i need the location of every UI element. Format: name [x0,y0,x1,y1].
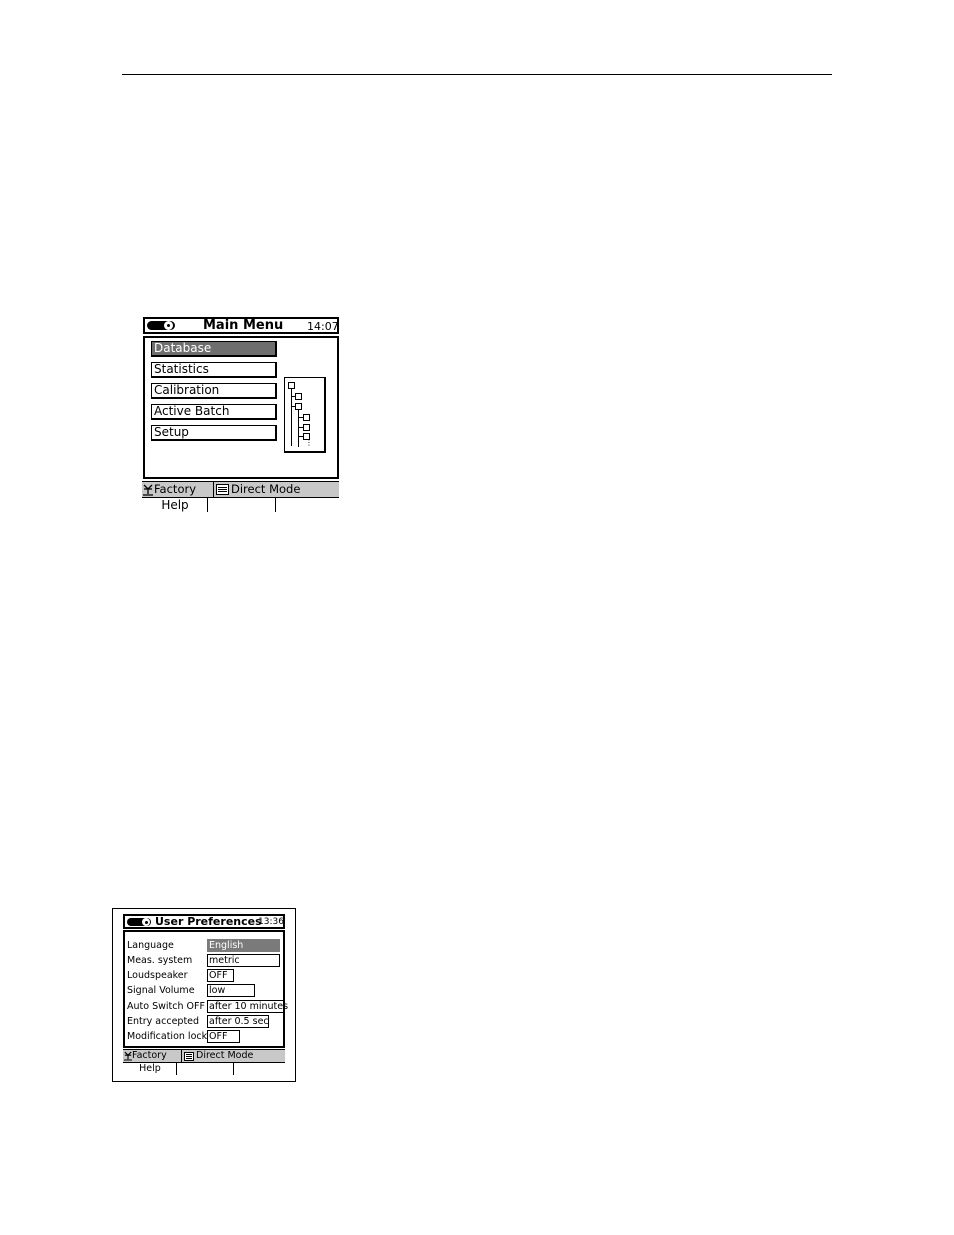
book-icon [184,1052,194,1061]
pref-value-entry-accepted[interactable]: after 0.5 sec [207,1015,269,1028]
softkey-bar: Help [123,1063,285,1076]
pref-label-entry-accepted: Entry accepted [127,1016,200,1027]
pref-value-loudspeaker[interactable]: OFF [207,969,234,982]
antenna-user-icon [124,1051,132,1061]
status-user: Factory [154,482,197,496]
clock: 13:36 [258,917,284,927]
screen-title: Main Menu [203,318,284,333]
softkey-divider [233,1063,234,1075]
softkey-help[interactable]: Help [142,498,208,512]
battery-icon [147,321,175,330]
pref-label-language: Language [127,940,174,951]
clock: 14:07 [307,320,339,333]
pref-label-signal-volume: Signal Volume [127,985,195,996]
menu-item-setup[interactable]: Setup [151,425,277,441]
book-icon [216,484,229,495]
softkey-help[interactable]: Help [123,1063,177,1074]
pref-value-modification-lock[interactable]: OFF [207,1030,240,1043]
softkey-divider [207,498,208,512]
main-menu-screen: Main Menu 14:07 Database Statistics Cali… [142,317,339,513]
title-bar: Main Menu 14:07 [143,317,339,334]
status-user: Factory [132,1050,167,1061]
pref-label-meas-system: Meas. system [127,955,193,966]
user-preferences-screen: User Preferences 13:36 Language English … [112,908,296,1082]
pref-label-auto-switch-off: Auto Switch OFF [127,1001,205,1012]
pref-value-signal-volume[interactable]: low [207,984,255,997]
pref-value-meas-system[interactable]: metric [207,954,280,967]
status-mode: Direct Mode [231,482,301,496]
status-mode: Direct Mode [196,1050,254,1061]
pref-label-modification-lock: Modification lock [127,1031,208,1042]
status-bar: Factory Direct Mode [142,481,339,498]
softkey-divider [176,1063,177,1075]
status-divider [213,482,214,497]
antenna-user-icon [143,484,153,496]
menu-item-calibration[interactable]: Calibration [151,383,277,399]
pref-value-language[interactable]: English [207,939,280,952]
menu-item-statistics[interactable]: Statistics [151,362,277,378]
menu-item-active-batch[interactable]: Active Batch [151,404,277,420]
softkey-bar: Help [142,498,339,513]
battery-icon [127,918,151,926]
pref-label-loudspeaker: Loudspeaker [127,970,188,981]
menu-item-database[interactable]: Database [151,341,277,357]
header-rule [122,74,832,75]
menu-panel: Database Statistics Calibration Active B… [143,336,339,479]
pref-value-auto-switch-off[interactable]: after 10 minutes [207,1000,288,1013]
tree-structure-icon: ⋮ [284,377,326,453]
softkey-divider [275,498,276,512]
screen-title: User Preferences [155,915,262,928]
status-divider [181,1050,182,1062]
preferences-panel: Language English Meas. system metric Lou… [123,930,288,1048]
title-bar: User Preferences 13:36 [123,914,285,929]
status-bar: Factory Direct Mode [123,1049,285,1063]
